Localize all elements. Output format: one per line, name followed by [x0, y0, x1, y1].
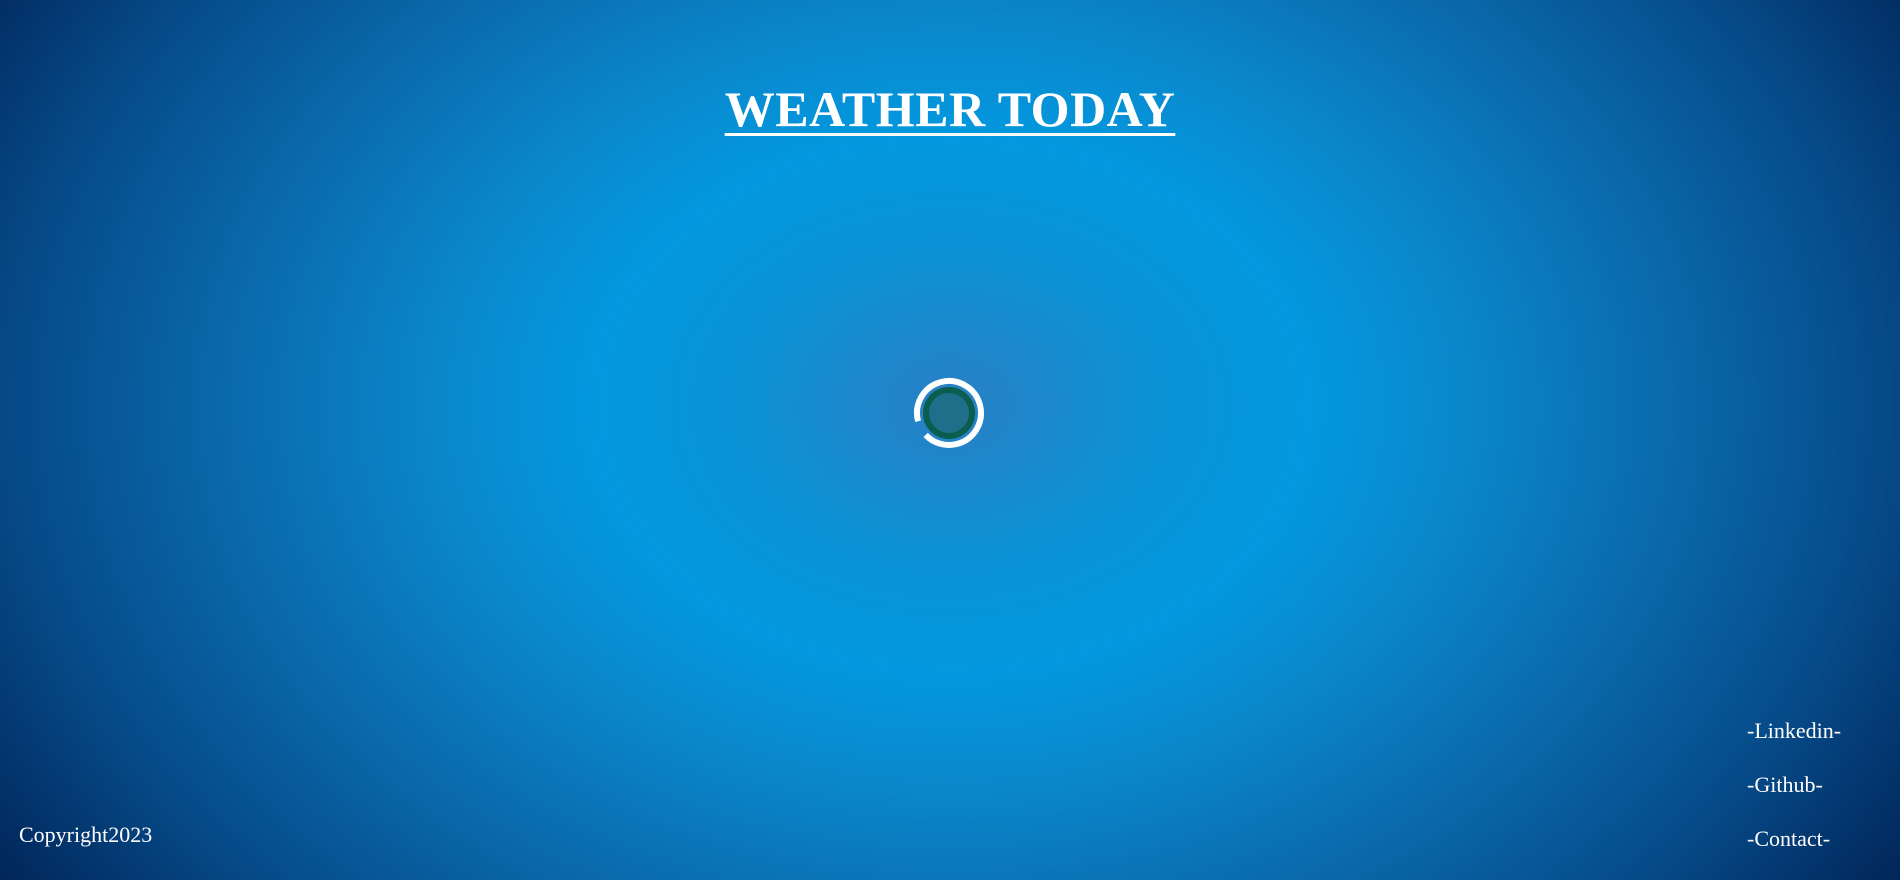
contact-link[interactable]: -Contact- — [1747, 825, 1841, 879]
github-link[interactable]: -Github- — [1747, 771, 1841, 825]
page-title: WEATHER TODAY — [724, 81, 1176, 137]
linkedin-link[interactable]: -Linkedin- — [1747, 717, 1841, 771]
loading-spinner-icon — [913, 377, 985, 449]
footer-links: -Linkedin- -Github- -Contact- — [1747, 717, 1841, 879]
copyright-text: Copyright2023 — [19, 822, 153, 847]
